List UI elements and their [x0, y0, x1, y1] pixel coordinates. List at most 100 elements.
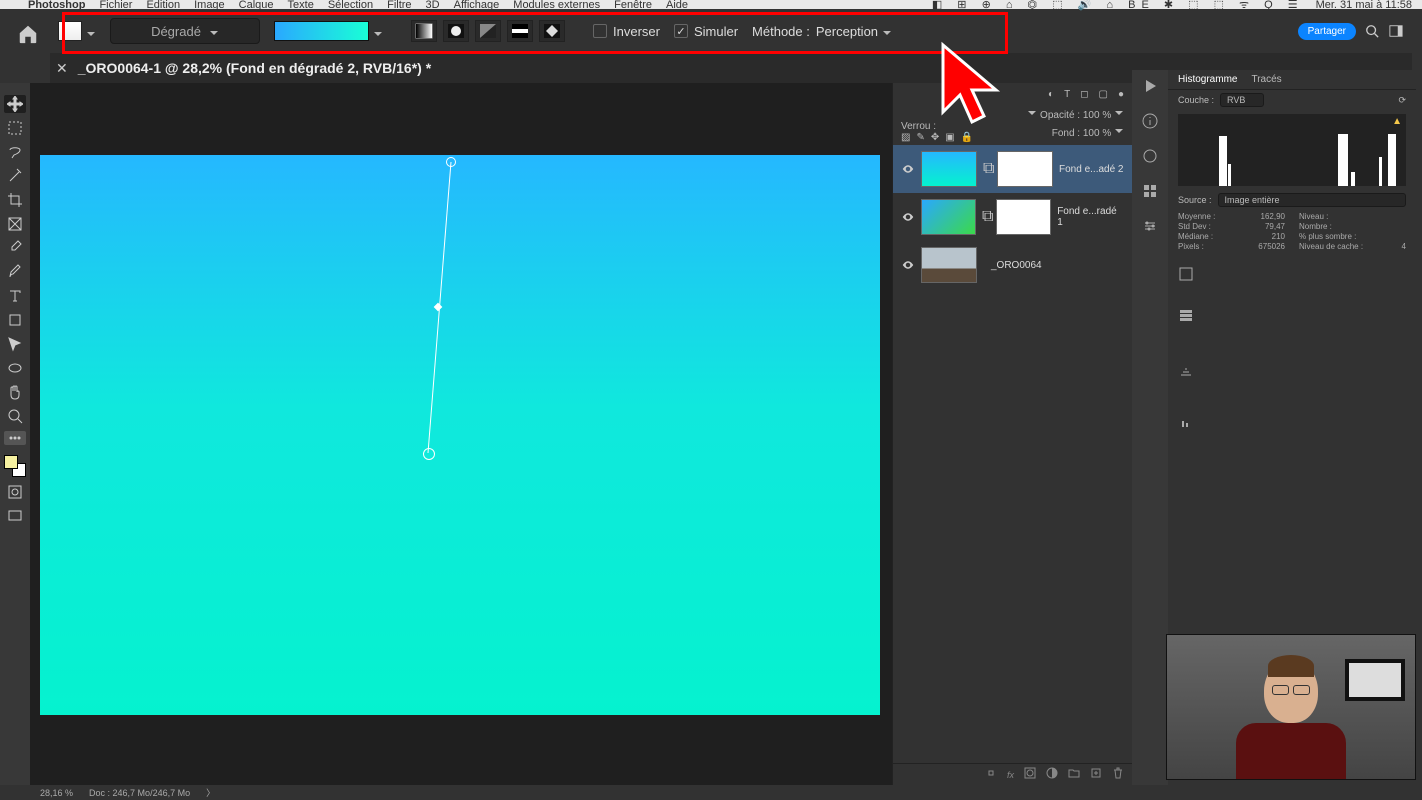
gradient-start-handle[interactable]	[446, 157, 456, 167]
menu-3d[interactable]: 3D	[426, 0, 440, 11]
home-button[interactable]	[10, 16, 46, 52]
delete-icon[interactable]	[1112, 766, 1124, 784]
type-tool[interactable]	[4, 287, 26, 305]
workspace-icon[interactable]	[1388, 23, 1404, 39]
document-tab-title[interactable]: _ORO0064-1 @ 28,2% (Fond en dégradé 2, R…	[78, 60, 431, 76]
tab-traces[interactable]: Tracés	[1251, 74, 1281, 85]
layer-thumbnail[interactable]	[921, 151, 977, 187]
crop-tool[interactable]	[4, 191, 26, 209]
panel-icon[interactable]	[1168, 297, 1416, 338]
gradient-radial-button[interactable]	[443, 20, 469, 42]
layer-name[interactable]: Fond e...adé 2	[1059, 164, 1124, 175]
panel-icon[interactable]	[1168, 352, 1416, 393]
tab-histogram[interactable]: Histogramme	[1178, 74, 1237, 85]
dot-icon[interactable]: ●	[1118, 89, 1124, 100]
screenmode-button[interactable]	[4, 507, 26, 525]
frame-tool[interactable]	[4, 215, 26, 233]
close-tab-button[interactable]: ✕	[56, 60, 68, 77]
chevron-down-icon[interactable]	[1114, 108, 1124, 118]
text-icon[interactable]: T	[1064, 89, 1070, 100]
adjustment-icon[interactable]	[1046, 766, 1058, 784]
doc-size[interactable]: Doc : 246,7 Mo/246,7 Mo	[89, 788, 190, 798]
move-tool[interactable]	[4, 95, 26, 113]
tool-preset-swatch[interactable]	[58, 21, 96, 41]
opacity-value[interactable]: 100 %	[1083, 110, 1111, 121]
menu-aide[interactable]: Aide	[666, 0, 688, 11]
chevron-down-icon[interactable]	[1027, 108, 1037, 118]
refresh-icon[interactable]: ⟳	[1398, 95, 1406, 106]
menu-affichage[interactable]: Affichage	[454, 0, 500, 11]
gradient-preview-dropdown[interactable]	[274, 21, 383, 41]
layer-thumbnail[interactable]	[921, 247, 977, 283]
adjust-icon[interactable]	[1142, 218, 1158, 239]
color-icon[interactable]	[1142, 148, 1158, 169]
ellipse-tool[interactable]	[4, 359, 26, 377]
visibility-toggle[interactable]	[901, 259, 915, 271]
gradient-linear-button[interactable]	[411, 20, 437, 42]
info-icon[interactable]	[1142, 113, 1158, 134]
brush-tool[interactable]	[4, 263, 26, 281]
lock-artboard-icon[interactable]: ▣	[945, 132, 954, 143]
gradient-diamond-button[interactable]	[539, 20, 565, 42]
hand-tool[interactable]	[4, 383, 26, 401]
menu-image[interactable]: Image	[194, 0, 225, 11]
menu-edition[interactable]: Édition	[146, 0, 180, 11]
zoom-level[interactable]: 28,16 %	[40, 788, 73, 798]
method-dropdown[interactable]: Perception	[816, 24, 892, 39]
link-layers-icon[interactable]	[985, 766, 997, 784]
layer-thumbnail[interactable]	[921, 199, 976, 235]
search-icon[interactable]	[1364, 23, 1380, 39]
group-icon[interactable]	[1068, 766, 1080, 784]
eyedropper-tool[interactable]	[4, 239, 26, 257]
lock-transparency-icon[interactable]: ▨	[901, 132, 910, 143]
layer-item[interactable]: ⧉ Fond e...radé 1	[893, 193, 1132, 241]
visibility-toggle[interactable]	[901, 163, 915, 175]
path-tool[interactable]	[4, 335, 26, 353]
new-layer-icon[interactable]	[1090, 766, 1102, 784]
layer-item[interactable]: _ORO0064	[893, 241, 1132, 289]
inverser-checkbox[interactable]: Inverser	[593, 24, 660, 39]
menu-filtre[interactable]: Filtre	[387, 0, 411, 11]
panel-icon[interactable]	[1168, 407, 1416, 448]
visibility-toggle[interactable]	[901, 211, 915, 223]
play-icon[interactable]	[1142, 78, 1158, 99]
lock-all-icon[interactable]: 🔒	[961, 132, 973, 143]
simuler-checkbox[interactable]: Simuler	[674, 24, 738, 39]
gradient-angle-button[interactable]	[475, 20, 501, 42]
fill-value[interactable]: 100 %	[1083, 128, 1111, 139]
share-button[interactable]: Partager	[1298, 23, 1356, 40]
marquee-tool[interactable]	[4, 119, 26, 137]
gradient-reflected-button[interactable]	[507, 20, 533, 42]
layer-name[interactable]: _ORO0064	[991, 260, 1042, 271]
menu-calque[interactable]: Calque	[239, 0, 274, 11]
lock-brush-icon[interactable]: ✎	[916, 132, 924, 143]
mask-thumbnail[interactable]	[997, 151, 1053, 187]
gradient-mid-handle[interactable]	[434, 303, 442, 311]
panel-icon[interactable]	[1168, 256, 1416, 297]
menu-texte[interactable]: Texte	[288, 0, 314, 11]
mask-icon[interactable]: ▢	[1099, 89, 1108, 100]
menu-fenetre[interactable]: Fenêtre	[614, 0, 652, 11]
layer-name[interactable]: Fond e...radé 1	[1057, 206, 1124, 228]
channel-dropdown[interactable]: RVB	[1220, 93, 1264, 107]
mask-thumbnail[interactable]	[996, 199, 1051, 235]
menu-selection[interactable]: Sélection	[328, 0, 373, 11]
gradient-preset-dropdown[interactable]: Dégradé	[110, 18, 260, 44]
status-chevron[interactable]: 〉	[206, 786, 215, 799]
link-icon[interactable]: ⧉	[983, 160, 991, 178]
warning-icon[interactable]: ▲	[1392, 116, 1402, 127]
shape-tool[interactable]	[4, 311, 26, 329]
wand-tool[interactable]	[4, 167, 26, 185]
swatches-icon[interactable]	[1142, 183, 1158, 204]
source-dropdown[interactable]: Image entière	[1218, 193, 1406, 207]
menu-modules[interactable]: Modules externes	[513, 0, 600, 11]
fx-icon[interactable]: fx	[1007, 770, 1014, 780]
lock-position-icon[interactable]: ✥	[931, 132, 939, 143]
menu-fichier[interactable]: Fichier	[99, 0, 132, 11]
link-icon[interactable]: ⧉	[982, 208, 990, 226]
gradient-end-handle[interactable]	[423, 448, 435, 460]
layer-item[interactable]: ⧉ Fond e...adé 2	[893, 145, 1132, 193]
crop-icon[interactable]: ◻	[1080, 89, 1088, 100]
zoom-tool[interactable]	[4, 407, 26, 425]
edit-toolbar-button[interactable]	[4, 431, 26, 445]
